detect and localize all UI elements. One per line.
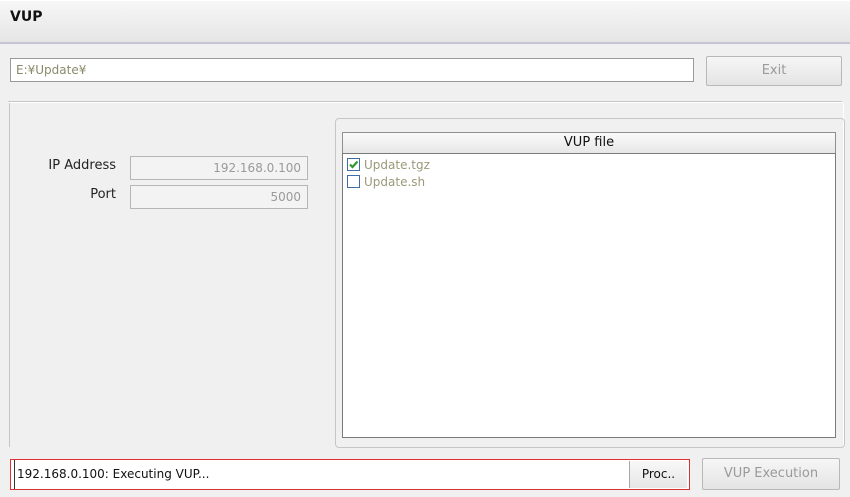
checkbox-unchecked-icon[interactable] <box>347 175 360 188</box>
vup-file-column-header[interactable]: VUP file <box>342 132 836 154</box>
port-label: Port <box>90 187 116 202</box>
status-text: 192.168.0.100: Executing VUP... <box>14 460 209 489</box>
path-field[interactable]: E:¥Update¥ <box>10 58 694 82</box>
status-bar: 192.168.0.100: Executing VUP... Proc.. <box>10 459 690 490</box>
list-item[interactable]: Update.sh <box>347 174 425 190</box>
vup-file-list[interactable]: Update.tgz Update.sh <box>342 153 836 438</box>
exit-button[interactable]: Exit <box>706 56 842 86</box>
file-name: Update.tgz <box>364 158 430 172</box>
port-field[interactable]: 5000 <box>130 185 308 209</box>
checkbox-checked-icon[interactable] <box>347 158 360 171</box>
proc-button[interactable]: Proc.. <box>629 461 687 488</box>
ip-address-field[interactable]: 192.168.0.100 <box>130 156 308 180</box>
vup-execution-button[interactable]: VUP Execution <box>702 458 840 490</box>
ip-address-label: IP Address <box>48 158 116 173</box>
title-bar: VUP <box>0 0 850 44</box>
file-name: Update.sh <box>364 175 426 189</box>
list-item[interactable]: Update.tgz <box>347 157 430 173</box>
window-title: VUP <box>10 9 43 25</box>
